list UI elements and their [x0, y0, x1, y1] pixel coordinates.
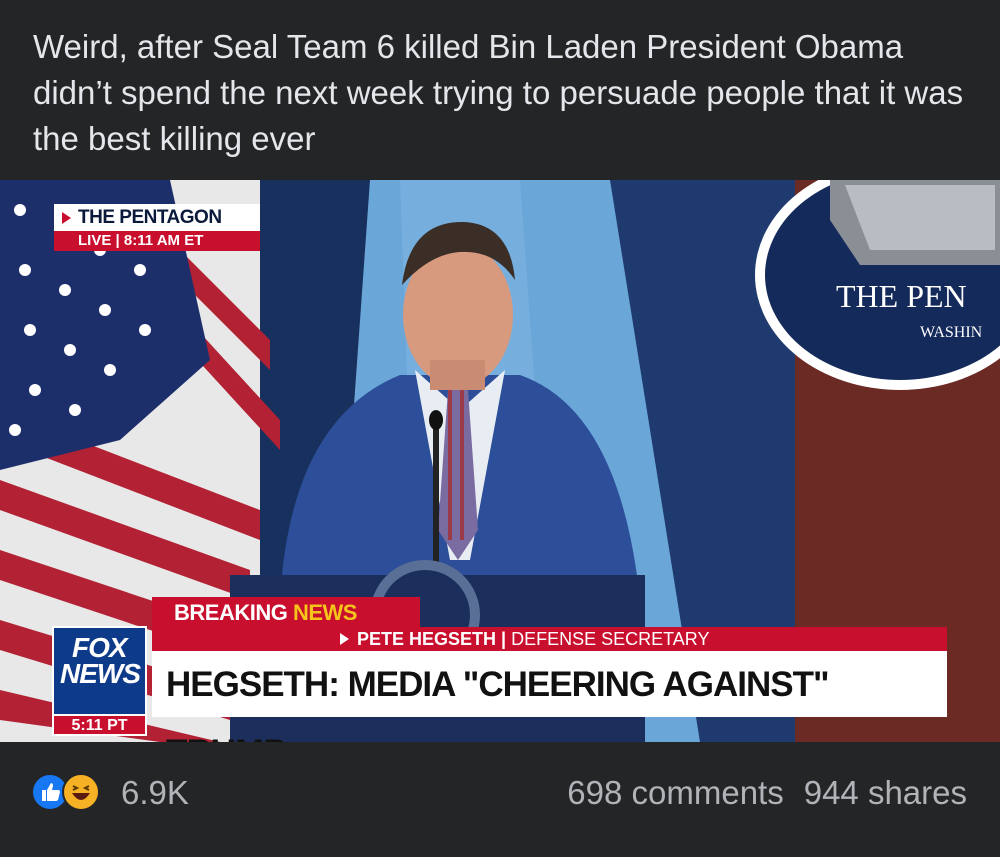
haha-icon[interactable] [62, 773, 100, 811]
location-bug: THE PENTAGON LIVE | 8:11 AM ET [54, 204, 260, 252]
play-triangle-icon [62, 212, 71, 224]
chyron-headline: HEGSETH: MEDIA "CHEERING AGAINST" TRUMP [152, 651, 947, 742]
post-stats: 698 comments 944 shares [567, 771, 967, 815]
breaking-news-banner: BREAKING NEWS [152, 597, 420, 627]
sign-title: THE PEN [836, 278, 967, 314]
breaking-word: BREAKING [174, 600, 288, 625]
fox-news-logo: FOX NEWS [52, 626, 147, 716]
reaction-count[interactable]: 6.9K [121, 771, 189, 815]
post-text: Weird, after Seal Team 6 killed Bin Lade… [33, 28, 964, 157]
speaker-title: DEFENSE SECRETARY [511, 629, 710, 649]
network-time: 5:11 PT [52, 716, 147, 736]
post-image[interactable]: THE PEN WASHIN THE PENTAGON LIVE | 8:11 … [0, 180, 1000, 742]
shares-count[interactable]: 944 shares [804, 774, 967, 811]
post-footer: 6.9K 698 comments 944 shares [0, 742, 1000, 857]
speaker-name: PETE HEGSETH [357, 629, 497, 649]
news-word: NEWS [292, 600, 358, 625]
fox-logo-line2: NEWS [60, 658, 141, 689]
sign-subtitle: WASHIN [920, 324, 983, 341]
comments-count[interactable]: 698 comments [567, 774, 783, 811]
live-time: 8:11 AM ET [123, 232, 204, 249]
speaker-line: PETE HEGSETH | DEFENSE SECRETARY [152, 627, 947, 651]
live-label: LIVE [78, 232, 112, 249]
location-label: THE PENTAGON [78, 207, 222, 228]
play-triangle-icon [340, 632, 349, 645]
